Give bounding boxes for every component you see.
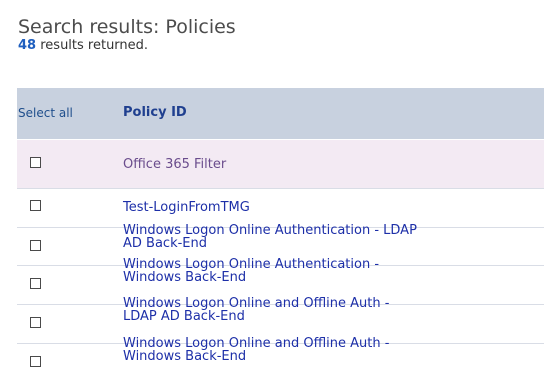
row-checkbox[interactable] [30, 157, 41, 168]
row-checkbox[interactable] [30, 200, 41, 211]
row-checkbox[interactable] [30, 356, 41, 367]
policy-name-line: Office 365 Filter [123, 157, 227, 172]
policy-link[interactable]: Windows Logon Online and Offline Auth - … [123, 297, 389, 323]
policy-name-line: LDAP AD Back-End [123, 309, 245, 324]
table-row: Office 365 Filter [17, 140, 544, 189]
result-count-suffix: results returned. [40, 38, 149, 53]
policy-link[interactable]: Windows Logon Online Authentication - LD… [123, 224, 417, 250]
policy-link[interactable]: Test-LoginFromTMG [123, 201, 250, 214]
table-header: Select all Policy ID [17, 88, 544, 139]
policy-link[interactable]: Office 365 Filter [123, 158, 226, 171]
row-checkbox[interactable] [30, 317, 41, 328]
page-title: Search results: Policies [18, 16, 236, 38]
results-summary: 48 results returned. [18, 38, 148, 54]
select-all-link[interactable]: Select all [18, 106, 73, 120]
policy-name-line: Windows Back-End [123, 349, 247, 364]
row-checkbox[interactable] [30, 278, 41, 289]
table-row: Windows Logon Online and Offline Auth - … [17, 337, 544, 390]
row-checkbox[interactable] [30, 240, 41, 251]
result-count: 48 [18, 38, 37, 53]
policy-name-line: Windows Back-End [123, 270, 247, 285]
policy-id-column-header[interactable]: Policy ID [123, 105, 187, 120]
policy-link[interactable]: Windows Logon Online and Offline Auth - … [123, 337, 389, 363]
search-results-page: Search results: Policies 48 results retu… [0, 0, 544, 390]
policy-name-line: AD Back-End [123, 236, 207, 251]
policy-name-line: Test-LoginFromTMG [123, 200, 250, 215]
policy-link[interactable]: Windows Logon Online Authentication - Wi… [123, 258, 379, 284]
